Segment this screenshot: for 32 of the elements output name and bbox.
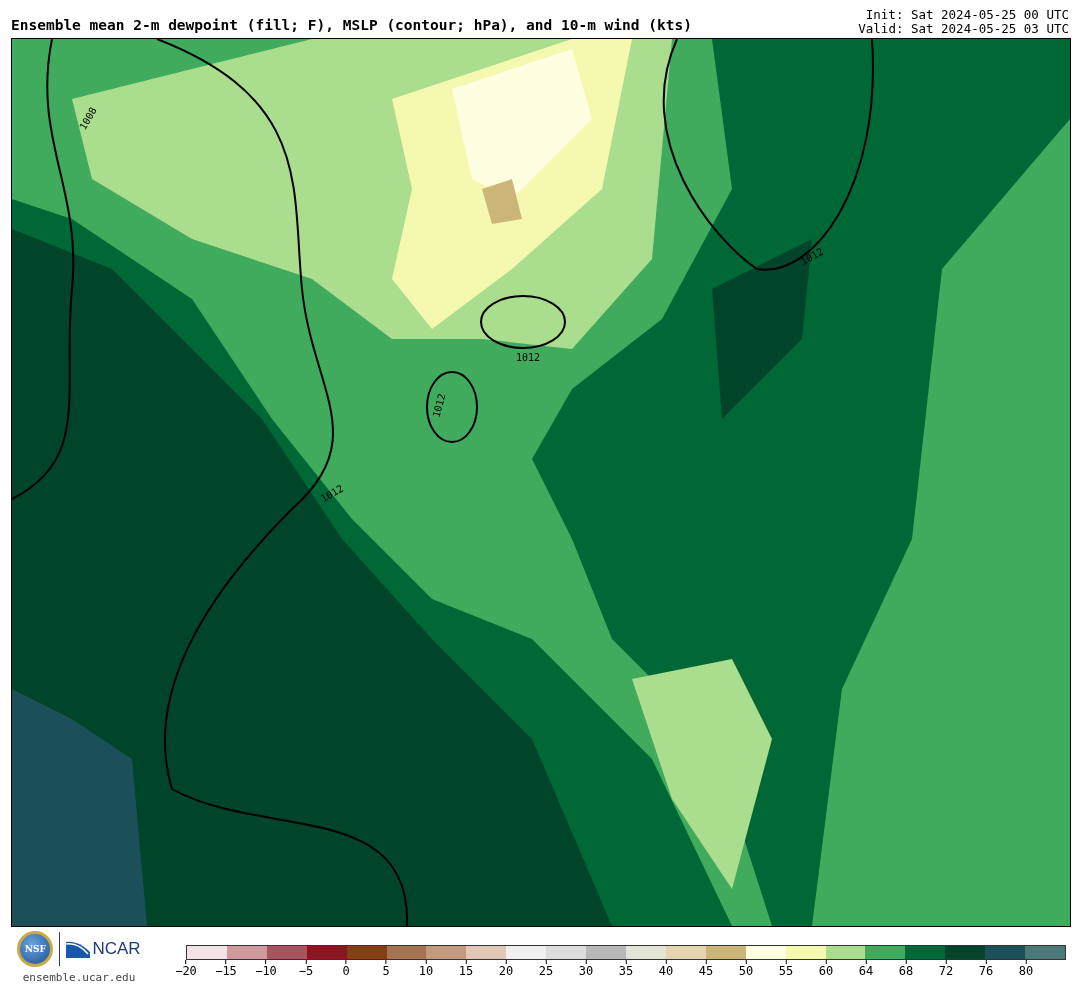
colorbar-tick-label: −10 bbox=[255, 964, 277, 978]
colorbar-tick-label: 20 bbox=[498, 964, 514, 978]
colorbar-tick-label: 30 bbox=[578, 964, 594, 978]
colorbar-tick-label: −5 bbox=[298, 964, 314, 978]
colorbar-tick-label: 64 bbox=[858, 964, 874, 978]
colorbar-tick-label: 45 bbox=[698, 964, 714, 978]
contour-label: 1012 bbox=[516, 352, 541, 363]
init-time: Init: Sat 2024-05-25 00 UTC bbox=[865, 8, 1069, 22]
colorbar-tick-label: 10 bbox=[418, 964, 434, 978]
colorbar-tick-label: 60 bbox=[818, 964, 834, 978]
colorbar-tick-label: 40 bbox=[658, 964, 674, 978]
nsf-logo: NSF bbox=[17, 931, 54, 967]
colorbar-tick-label: 50 bbox=[738, 964, 754, 978]
chart-title: Ensemble mean 2-m dewpoint (fill; F), MSLP (contour; hPa), and 10-m wind (kts) bbox=[11, 17, 692, 35]
colorbar-tick-label: 15 bbox=[458, 964, 474, 978]
colorbar-tick-label: 76 bbox=[978, 964, 994, 978]
colorbar-tick-label: 68 bbox=[898, 964, 914, 978]
colorbar-tick-label: 80 bbox=[1018, 964, 1034, 978]
ncar-logo: NCAR bbox=[66, 939, 141, 959]
contour-label: 1012 bbox=[318, 482, 346, 505]
website-url: ensemble.ucar.edu bbox=[22, 971, 136, 984]
contour-label: 1012 bbox=[430, 392, 448, 419]
colorbar-tick-label: 55 bbox=[778, 964, 794, 978]
colorbar-tick-label: 72 bbox=[938, 964, 954, 978]
colorbar-tick-label: −15 bbox=[215, 964, 237, 978]
colorbar-tick-label: 5 bbox=[382, 964, 390, 978]
colorbar-tick-label: −20 bbox=[175, 964, 197, 978]
colorbar-tick-label: 0 bbox=[342, 964, 350, 978]
valid-time: Valid: Sat 2024-05-25 03 UTC bbox=[858, 22, 1069, 36]
contour-label: 1012 bbox=[798, 245, 826, 268]
colorbar-tick-label: 25 bbox=[538, 964, 554, 978]
colorbar-tick-label: 35 bbox=[618, 964, 634, 978]
